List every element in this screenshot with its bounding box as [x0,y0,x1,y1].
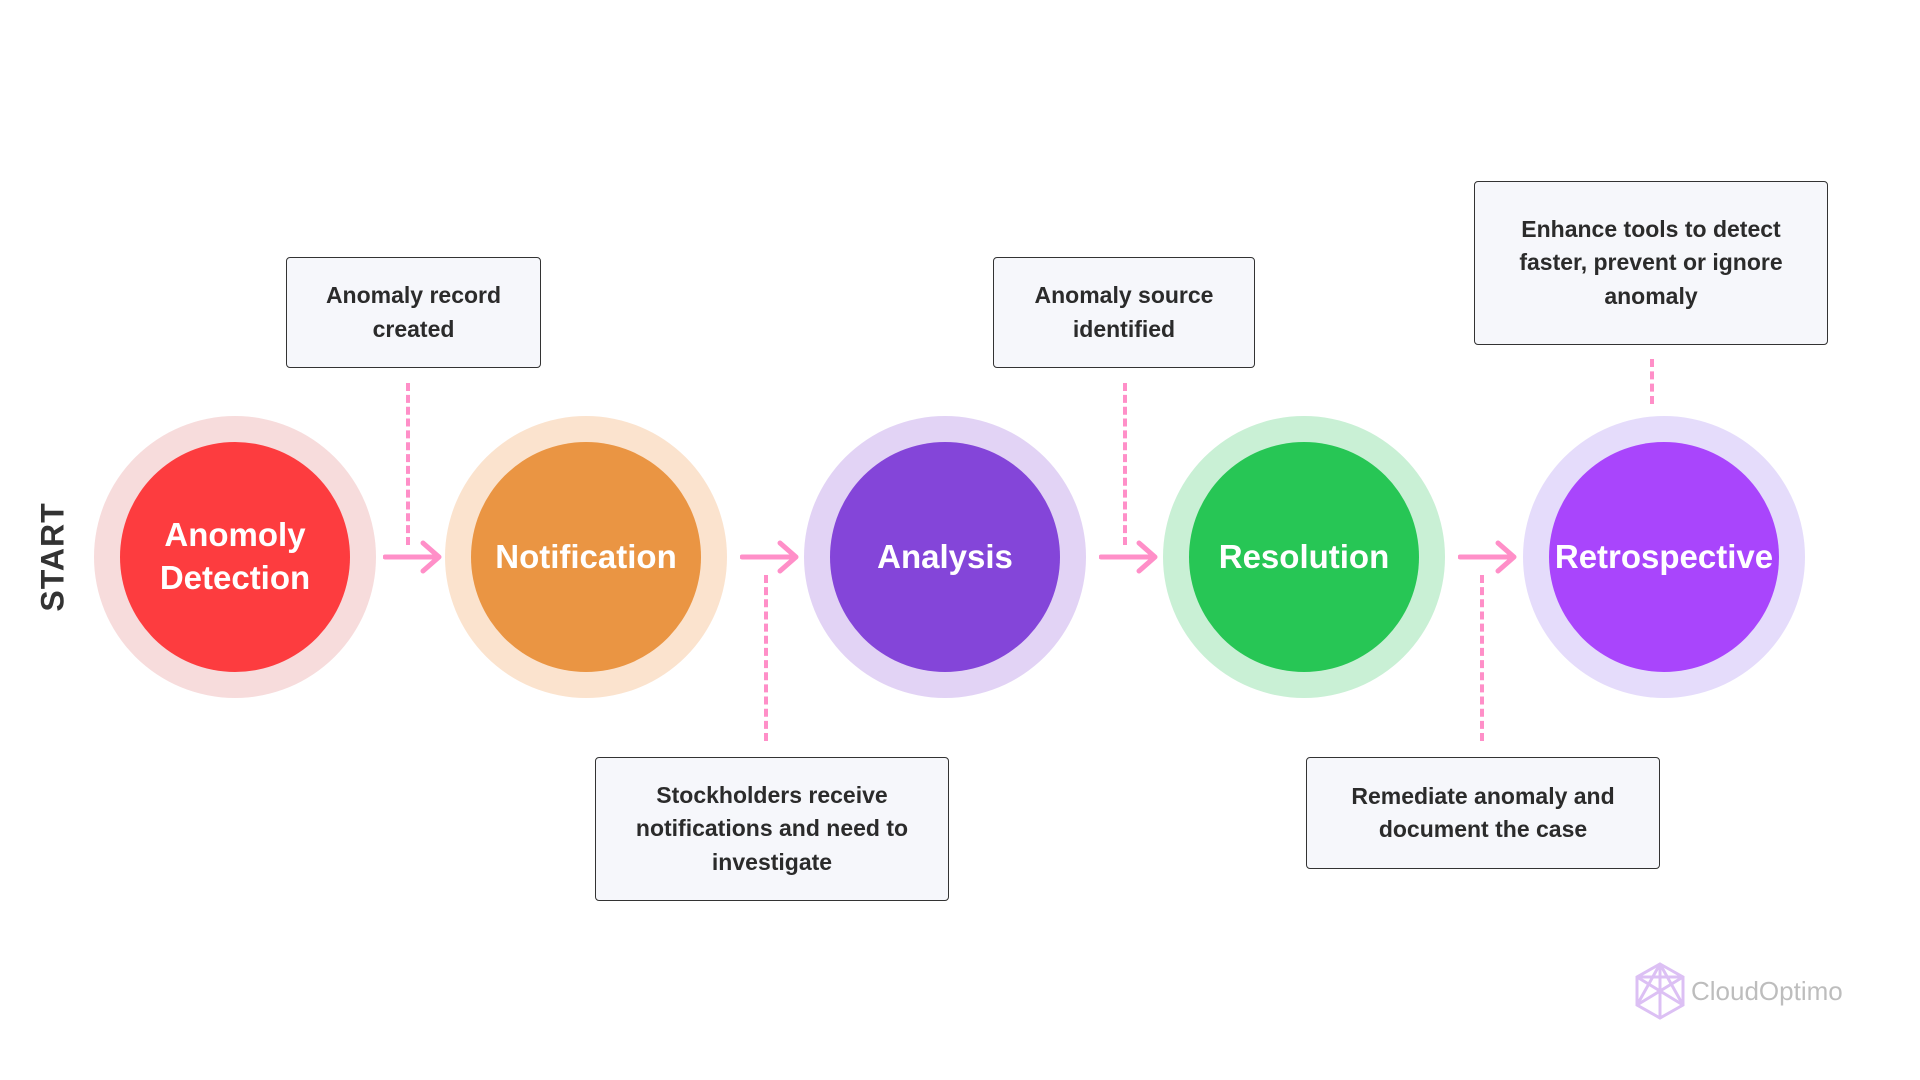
note-box: Enhance tools to detect faster, prevent … [1474,181,1828,345]
dotted-connector [764,575,768,741]
note-box: Stockholders receive notifications and n… [595,757,949,901]
dotted-connector [1123,383,1127,545]
stage-analysis: Analysis [804,416,1086,698]
stage-retrospective: Retrospective [1523,416,1805,698]
start-label: START [34,502,71,612]
arrow-right-icon [383,540,442,574]
dotted-connector [1650,359,1654,404]
stage-label: Analysis [830,442,1060,672]
stage-anomaly-detection: Anomoly Detection [94,416,376,698]
dotted-connector [1480,575,1484,741]
stage-label: Notification [471,442,701,672]
stage-label: Resolution [1189,442,1419,672]
stage-label: Retrospective [1549,442,1779,672]
arrow-right-icon [1458,540,1517,574]
note-box: Anomaly source identified [993,257,1255,368]
stage-resolution: Resolution [1163,416,1445,698]
hexagon-logo-icon [1635,962,1685,1020]
arrow-right-icon [740,540,799,574]
note-box: Remediate anomaly and document the case [1306,757,1660,869]
dotted-connector [406,383,410,545]
stage-label: Anomoly Detection [120,442,350,672]
logo-text: CloudOptimo [1691,975,1843,1006]
cloudoptimo-logo: CloudOptimo [1635,962,1843,1020]
stage-notification: Notification [445,416,727,698]
arrow-right-icon [1099,540,1158,574]
note-box: Anomaly record created [286,257,541,368]
